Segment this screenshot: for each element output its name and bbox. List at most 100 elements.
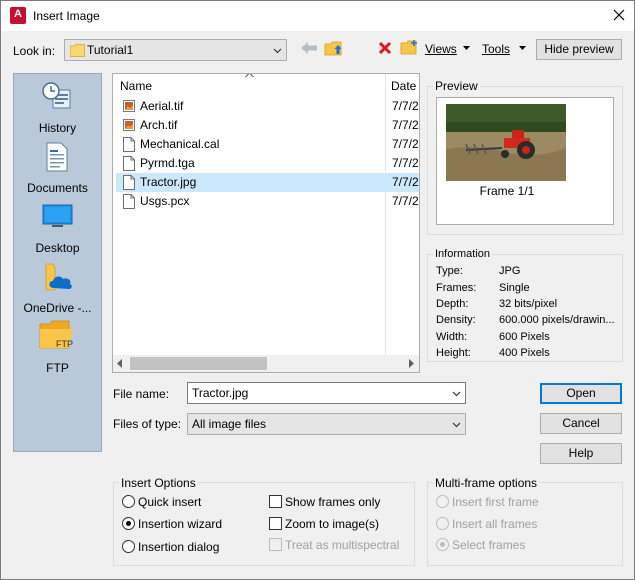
select-frames-radio xyxy=(436,538,449,551)
place-label: Desktop xyxy=(35,241,80,255)
files-of-type-label: Files of type: xyxy=(113,417,182,431)
treat-as-multispectral-label: Treat as multispectral xyxy=(285,538,400,552)
file-row[interactable]: Aerial.tif 7/7/20 xyxy=(116,97,419,116)
help-button[interactable]: Help xyxy=(540,443,622,464)
file-name: Pyrmd.tga xyxy=(140,156,195,170)
scrollbar-thumb[interactable] xyxy=(130,357,267,370)
place-ftp[interactable]: FTP FTP xyxy=(14,320,101,378)
zoom-to-images-checkbox[interactable] xyxy=(269,517,282,530)
treat-as-multispectral-checkbox xyxy=(269,538,282,551)
info-value: 600 Pixels xyxy=(499,331,550,343)
views-dropdown-icon[interactable] xyxy=(463,46,470,51)
show-frames-only-label[interactable]: Show frames only xyxy=(285,495,380,509)
file-icon xyxy=(123,194,135,209)
place-label: OneDrive -... xyxy=(23,301,92,315)
hide-preview-button[interactable]: Hide preview xyxy=(536,39,622,60)
preview-caption: Frame 1/1 xyxy=(479,184,535,198)
info-value: Single xyxy=(499,282,530,294)
insert-image-dialog: A Insert Image Look in: Tutorial1 Views … xyxy=(0,0,635,580)
file-row[interactable]: Arch.tif 7/7/20 xyxy=(116,116,419,135)
file-name: Aerial.tif xyxy=(140,99,184,113)
back-arrow-icon[interactable] xyxy=(299,40,319,56)
insert-all-frames-label: Insert all frames xyxy=(452,517,538,531)
file-date: 7/7/20 xyxy=(392,156,419,170)
tools-dropdown-icon[interactable] xyxy=(519,46,526,51)
preview-label: Preview xyxy=(433,79,480,93)
info-key: Type: xyxy=(436,265,463,277)
place-desktop[interactable]: Desktop xyxy=(14,200,101,258)
place-label: History xyxy=(38,121,77,135)
views-menu[interactable]: Views xyxy=(425,42,457,56)
documents-icon xyxy=(46,142,68,172)
column-header-date[interactable]: Date r xyxy=(391,79,419,93)
place-onedrive[interactable]: OneDrive -... xyxy=(14,260,101,318)
place-history[interactable]: History xyxy=(14,80,101,138)
insert-first-frame-label: Insert first frame xyxy=(452,495,539,509)
file-icon xyxy=(123,137,135,152)
horizontal-scrollbar[interactable] xyxy=(113,355,419,372)
look-in-value: Tutorial1 xyxy=(87,43,134,57)
file-name-input[interactable]: Tractor.jpg xyxy=(187,382,466,404)
history-icon xyxy=(42,82,71,109)
place-documents[interactable]: Documents xyxy=(14,140,101,198)
file-row[interactable]: Usgs.pcx 7/7/20 xyxy=(116,192,419,211)
file-name: Usgs.pcx xyxy=(140,194,190,208)
places-bar: History Documents Desktop OneDrive -... … xyxy=(13,73,102,452)
file-name-label: File name: xyxy=(113,387,170,401)
insert-options-label: Insert Options xyxy=(119,476,198,490)
insert-first-frame-radio xyxy=(436,495,449,508)
scroll-left-icon[interactable] xyxy=(117,359,123,368)
chevron-down-icon[interactable] xyxy=(452,420,461,429)
new-folder-icon[interactable] xyxy=(400,39,420,56)
file-row[interactable]: Mechanical.cal 7/7/20 xyxy=(116,135,419,154)
file-date: 7/7/20 xyxy=(392,175,419,189)
open-button[interactable]: Open xyxy=(540,383,622,404)
file-date: 7/7/20 xyxy=(392,118,419,132)
insert-all-frames-radio xyxy=(436,517,449,530)
file-row-selected[interactable]: Tractor.jpg 7/7/20 xyxy=(116,173,419,192)
insertion-wizard-label[interactable]: Insertion wizard xyxy=(138,517,222,531)
show-frames-only-checkbox[interactable] xyxy=(269,495,282,508)
insertion-dialog-radio[interactable] xyxy=(122,540,135,553)
chevron-down-icon[interactable] xyxy=(452,389,461,398)
info-value: 600.000 pixels/drawin... xyxy=(499,314,615,326)
file-date: 7/7/20 xyxy=(392,194,419,208)
svg-text:FTP: FTP xyxy=(56,339,73,349)
select-frames-label: Select frames xyxy=(452,538,526,552)
info-value: 32 bits/pixel xyxy=(499,298,558,310)
file-name: Tractor.jpg xyxy=(140,175,197,189)
column-header-name[interactable]: Name xyxy=(120,79,152,93)
files-of-type-value: All image files xyxy=(192,417,267,431)
file-row[interactable]: Pyrmd.tga 7/7/20 xyxy=(116,154,419,173)
file-name: Arch.tif xyxy=(140,118,178,132)
file-date: 7/7/20 xyxy=(392,99,419,113)
title-bar: A Insert Image xyxy=(1,1,634,31)
close-button[interactable] xyxy=(609,5,629,25)
quick-insert-radio[interactable] xyxy=(122,495,135,508)
cancel-button[interactable]: Cancel xyxy=(540,413,622,434)
preview-image xyxy=(446,104,566,181)
info-key: Density: xyxy=(436,314,476,326)
look-in-label: Look in: xyxy=(13,44,56,58)
autocad-app-icon: A xyxy=(10,7,26,24)
file-icon xyxy=(123,175,135,190)
files-of-type-select[interactable]: All image files xyxy=(187,413,466,435)
preview-box: Frame 1/1 xyxy=(436,97,614,225)
scroll-right-icon[interactable] xyxy=(409,359,415,368)
file-name-value: Tractor.jpg xyxy=(192,386,249,400)
insertion-wizard-radio[interactable] xyxy=(122,517,135,530)
file-list[interactable]: Name Date r Aerial.tif 7/7/20 Arch.tif 7… xyxy=(112,73,420,373)
delete-icon[interactable] xyxy=(378,41,392,55)
file-name: Mechanical.cal xyxy=(140,137,220,151)
up-folder-icon[interactable] xyxy=(324,39,344,57)
zoom-to-images-label[interactable]: Zoom to image(s) xyxy=(285,517,379,531)
insertion-dialog-label[interactable]: Insertion dialog xyxy=(138,540,219,554)
file-icon xyxy=(123,156,135,171)
info-key: Width: xyxy=(436,331,468,343)
ftp-icon: FTP xyxy=(39,320,73,349)
quick-insert-label[interactable]: Quick insert xyxy=(138,495,201,509)
tools-menu[interactable]: Tools xyxy=(482,42,510,56)
place-label: Documents xyxy=(27,181,88,195)
window-title: Insert Image xyxy=(33,9,100,23)
look-in-combo[interactable]: Tutorial1 xyxy=(64,39,287,61)
